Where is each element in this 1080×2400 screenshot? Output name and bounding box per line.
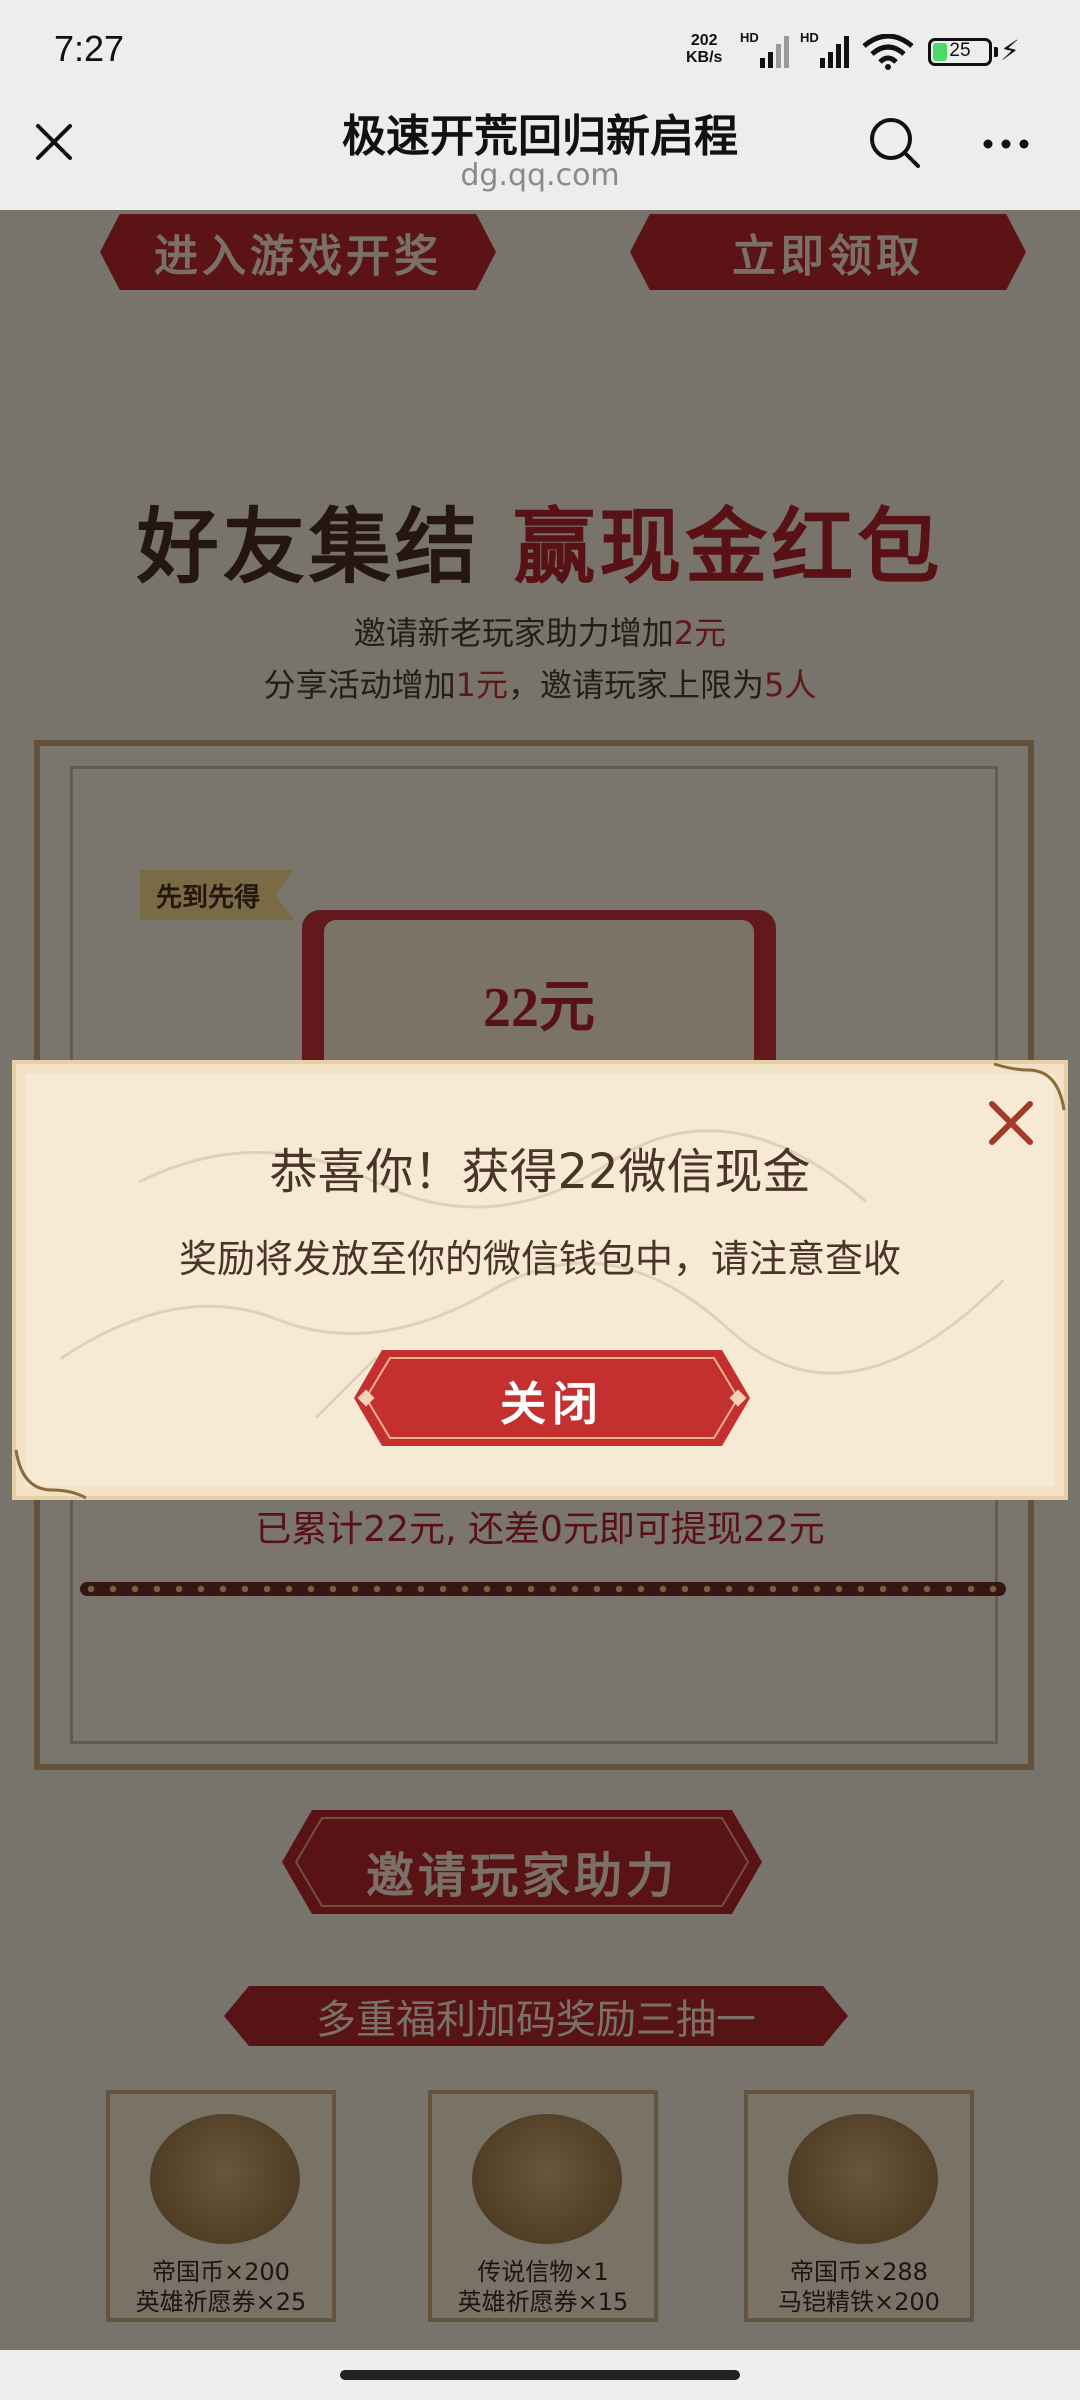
more-options-icon[interactable] [978, 116, 1034, 172]
close-icon[interactable] [30, 118, 78, 166]
status-time: 7:27 [54, 28, 125, 69]
dialog-close-button[interactable]: 关闭 [354, 1350, 750, 1446]
corner-ornament [14, 1449, 87, 1500]
cell-signal-icon-2 [820, 36, 849, 68]
dialog-headline: 恭喜你！获得22微信现金 [269, 1144, 811, 1200]
home-indicator[interactable] [340, 2370, 740, 2380]
charging-icon: ⚡ [1000, 34, 1020, 67]
dialog-message: 奖励将发放至你的微信钱包中，请注意查收 [178, 1237, 901, 1281]
network-speed-value: 202 [690, 32, 718, 49]
search-icon[interactable] [866, 114, 922, 170]
network-speed-unit: KB/s [686, 49, 723, 66]
reward-dialog: 恭喜你！获得22微信现金 奖励将发放至你的微信钱包中，请注意查收 关闭 [12, 1060, 1068, 1500]
page-title: 极速开荒回归新启程 [342, 111, 738, 162]
dialog-close-label: 关闭 [500, 1377, 604, 1431]
cell-signal-icon [760, 36, 789, 68]
battery-level: 25 [949, 40, 971, 61]
browser-title-bar: 极速开荒回归新启程 dg.qq.com [0, 96, 1080, 210]
page-url: dg.qq.com [460, 158, 620, 193]
battery-icon: 25 [928, 38, 998, 66]
wifi-icon [862, 34, 914, 70]
network-speed: 202 KB/s [686, 32, 722, 66]
status-bar: 7:27 202 KB/s HD HD 25 ⚡ [0, 0, 1080, 96]
